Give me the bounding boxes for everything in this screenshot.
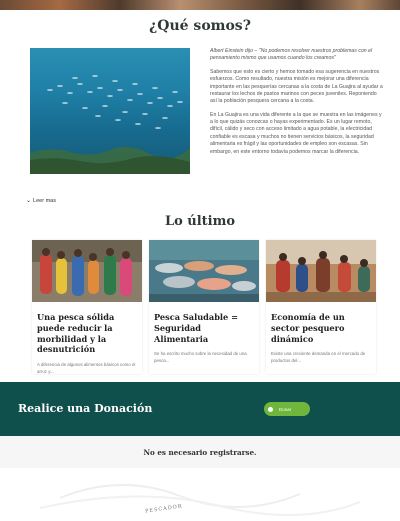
donate-button-label: Donar: [279, 406, 292, 412]
about-text-block: Albert Einstein dijo – "No podemos resol…: [210, 48, 385, 162]
news-card[interactable]: Una pesca sólida puede reducir la morbil…: [32, 240, 142, 374]
card-title: Economía de un sector pesquero dinámico: [271, 312, 345, 344]
donate-button[interactable]: Donar: [264, 402, 310, 416]
header-photo-strip: [0, 0, 400, 10]
fish-school-illustration: [30, 75, 190, 174]
card-title: Una pesca sólida puede reducir la morbil…: [37, 312, 115, 355]
card-excerpt: Existe una creciente demanda en el merca…: [271, 351, 366, 363]
news-card[interactable]: Economía de un sector pesquero dinámico …: [266, 240, 376, 374]
donation-title: Realice una Donación: [18, 402, 153, 415]
news-card[interactable]: Pesca Saludable = Seguridad Alimentaria …: [149, 240, 259, 374]
card-excerpt: A diferencia de algunos alimentos básico…: [37, 362, 136, 374]
latest-title: Lo último: [164, 214, 236, 229]
register-note: No es necesario registrarse.: [143, 448, 257, 457]
about-paragraph-1: Sabemos que esto es cierto y hemos tomad…: [210, 68, 383, 105]
about-title: ¿Qué somos?: [149, 18, 251, 34]
card-title: Pesca Saludable = Seguridad Alimentaria: [154, 312, 238, 344]
radio-dot-icon: [268, 406, 273, 412]
einstein-quote: Albert Einstein dijo – "No podemos resol…: [210, 48, 373, 62]
donation-band: Realice una Donación Donar: [0, 382, 400, 436]
footer-wave-decoration: [39, 484, 361, 517]
read-more-link[interactable]: ⌄ Leer mas: [26, 198, 56, 204]
about-photo-fish-school: [30, 48, 190, 174]
chevron-down-icon: ⌄: [26, 198, 32, 204]
read-more-label: Leer mas: [33, 198, 56, 204]
about-paragraph-2: En La Guajira es una vida diferente a la…: [210, 111, 382, 155]
card-image-fish-market: [149, 240, 259, 302]
footer: [0, 468, 400, 517]
card-image-children-eating: [32, 240, 142, 302]
card-image-fishing-community: [266, 240, 376, 302]
card-excerpt: Se ha escrito mucho sobre la necesidad d…: [154, 351, 247, 363]
